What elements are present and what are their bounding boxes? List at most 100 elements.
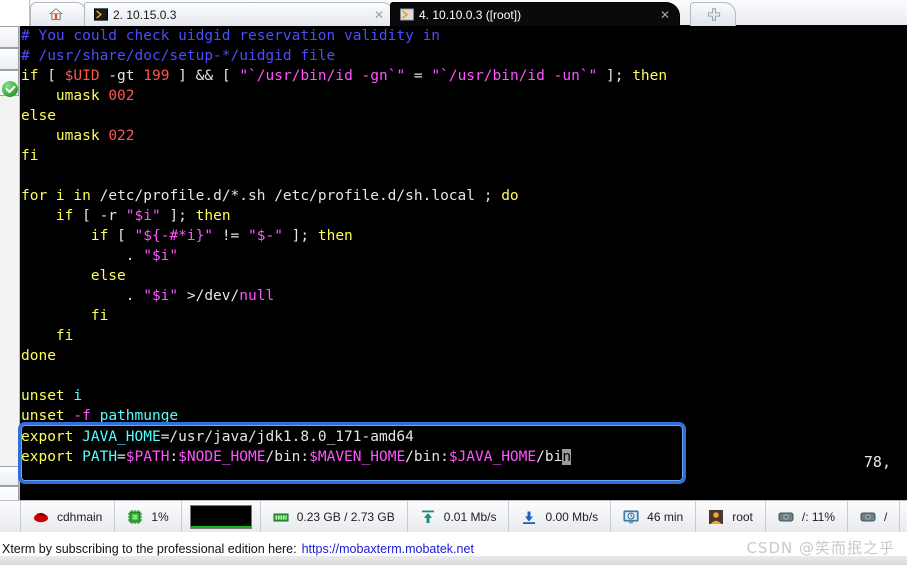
terminal-text: [ [108, 228, 135, 244]
status-item-disk[interactable]: /: 11% [766, 500, 849, 533]
terminal-line: # /usr/share/doc/setup-*/uidgid file [21, 46, 907, 66]
terminal-text: then [632, 68, 668, 84]
terminal-text: umask [21, 128, 109, 144]
check-circle-icon [2, 81, 18, 97]
status-item-cpu[interactable]: 1% [115, 500, 182, 533]
terminal-text: && [186, 68, 222, 84]
tab-home[interactable] [30, 2, 86, 26]
terminal-line: # You could check uidgid reservation val… [21, 26, 907, 46]
terminal-text: $NODE_HOME [178, 449, 266, 465]
upload-icon [420, 509, 436, 525]
status-item-label: /: 11% [801, 509, 836, 524]
terminal-line: if [ "${-#*i}" != "$-" ]; then [21, 226, 907, 246]
terminal-session-icon [400, 8, 414, 21]
status-item-label: 46 min [647, 509, 684, 524]
terminal-text: pathmunge [99, 408, 179, 424]
terminal-text: fi [90, 308, 109, 324]
terminal-text: done [21, 348, 56, 364]
terminal-session-icon [94, 8, 108, 21]
terminal-text: # /usr/share/doc/setup-*/uidgid file [21, 48, 336, 64]
status-item-user[interactable]: root [696, 500, 766, 533]
terminal-text: /etc/profile.d/*.sh /etc/profile.d/sh.lo… [90, 188, 502, 204]
terminal-text: = [117, 449, 126, 465]
terminal-line: export PATH=$PATH:$NODE_HOME/bin:$MAVEN_… [21, 447, 681, 467]
terminal-line: export JAVA_HOME=/usr/java/jdk1.8.0_171-… [21, 427, 681, 447]
terminal-text: != [213, 228, 249, 244]
terminal-line: . "$i" >/dev/null [21, 286, 907, 306]
tab-session-2-close-icon[interactable]: ✕ [660, 9, 670, 21]
uptime-icon [623, 509, 639, 525]
terminal-text: do [501, 188, 519, 204]
terminal-text: if [90, 228, 109, 244]
cpu-icon [127, 509, 143, 525]
terminal-line: if [ $UID -gt 199 ] && [ "`/usr/bin/id -… [21, 66, 907, 86]
terminal-text: null [239, 288, 275, 304]
terminal-text: $MAVEN_HOME [309, 449, 406, 465]
terminal-text: =/usr/java/jdk1.8.0_171-amd64 [160, 429, 414, 445]
tab-session-2[interactable]: 4. 10.10.0.3 ([root]) ✕ [390, 2, 680, 26]
cursor-row-indicator: 78, [863, 453, 891, 471]
status-item-label: 0.23 GB / 2.73 GB [296, 509, 395, 524]
sidebar-button-top[interactable] [0, 26, 19, 48]
terminal-text: fi [21, 148, 39, 164]
footer-text: Xterm by subscribing to the professional… [2, 541, 297, 556]
new-tab-button[interactable] [690, 2, 736, 26]
terminal-text: $UID [64, 68, 100, 84]
status-bar: cdhmain 1% 0.23 GB / 2.73 GB 0.01 Mb/s 0.00 … [0, 500, 907, 533]
terminal-text: "$i" [143, 248, 179, 264]
status-item-disk[interactable]: / [848, 500, 901, 533]
tab-session-1[interactable]: 2. 10.15.0.3 ✕ [84, 2, 394, 26]
status-item-download[interactable]: 0.00 Mb/s [509, 500, 612, 533]
sidebar-button-middle[interactable] [0, 48, 19, 70]
terminal-line: umask 022 [21, 126, 907, 146]
terminal-text: for [21, 188, 48, 204]
terminal-text: n [562, 449, 572, 465]
terminal-text: . [21, 288, 144, 304]
home-icon [49, 8, 63, 20]
terminal-text: if [55, 208, 74, 224]
terminal-text: ]; [597, 68, 633, 84]
status-item-redhat[interactable]: cdhmain [20, 500, 116, 533]
terminal-text: : [169, 449, 179, 465]
terminal-text: else [21, 108, 56, 124]
status-item-upload[interactable]: 0.01 Mb/s [408, 500, 510, 533]
download-icon [521, 509, 537, 525]
terminal-text: export [21, 429, 74, 445]
terminal-text: PATH [82, 449, 118, 465]
terminal-text: i [73, 388, 83, 404]
left-sidebar: + [0, 26, 20, 526]
status-item-label: / [884, 509, 888, 524]
status-item-ram[interactable]: 0.23 GB / 2.73 GB [261, 500, 408, 533]
terminal-highlighted-lines[interactable]: export JAVA_HOME=/usr/java/jdk1.8.0_171-… [21, 425, 681, 481]
tab-session-2-label: 4. 10.10.0.3 ([root]) [419, 7, 522, 22]
terminal-text: i [47, 188, 74, 204]
terminal-line: . "$i" [21, 246, 907, 266]
tab-session-1-close-icon[interactable]: ✕ [374, 9, 384, 21]
sidebar-button-expand[interactable]: + [0, 466, 19, 486]
status-item-graph-widget[interactable] [182, 500, 261, 533]
status-item-label: 0.01 Mb/s [443, 509, 497, 524]
footer-link[interactable]: https://mobaxterm.mobatek.net [302, 542, 474, 556]
terminal-line: umask 002 [21, 86, 907, 106]
terminal-text: "$i" [143, 288, 179, 304]
watermark: CSDN @笑而抿之乎 [746, 539, 895, 557]
terminal-text: /bin: [405, 449, 449, 465]
status-item-uptime[interactable]: 46 min [611, 500, 697, 533]
status-item-label: cdhmain [57, 509, 103, 524]
terminal-line: fi [21, 146, 907, 166]
cpu-graph-widget [189, 504, 252, 529]
terminal-text: unset [21, 388, 65, 404]
terminal-text: /bi [536, 449, 563, 465]
terminal-text: "`/usr/bin/id -un`" [431, 68, 598, 84]
terminal-text: $JAVA_HOME [448, 449, 537, 465]
terminal-text: umask [21, 88, 109, 104]
terminal-text: [ -r [73, 208, 126, 224]
terminal-text: unset [21, 408, 65, 424]
redhat-icon [33, 509, 49, 525]
terminal-text: fi [55, 328, 74, 344]
